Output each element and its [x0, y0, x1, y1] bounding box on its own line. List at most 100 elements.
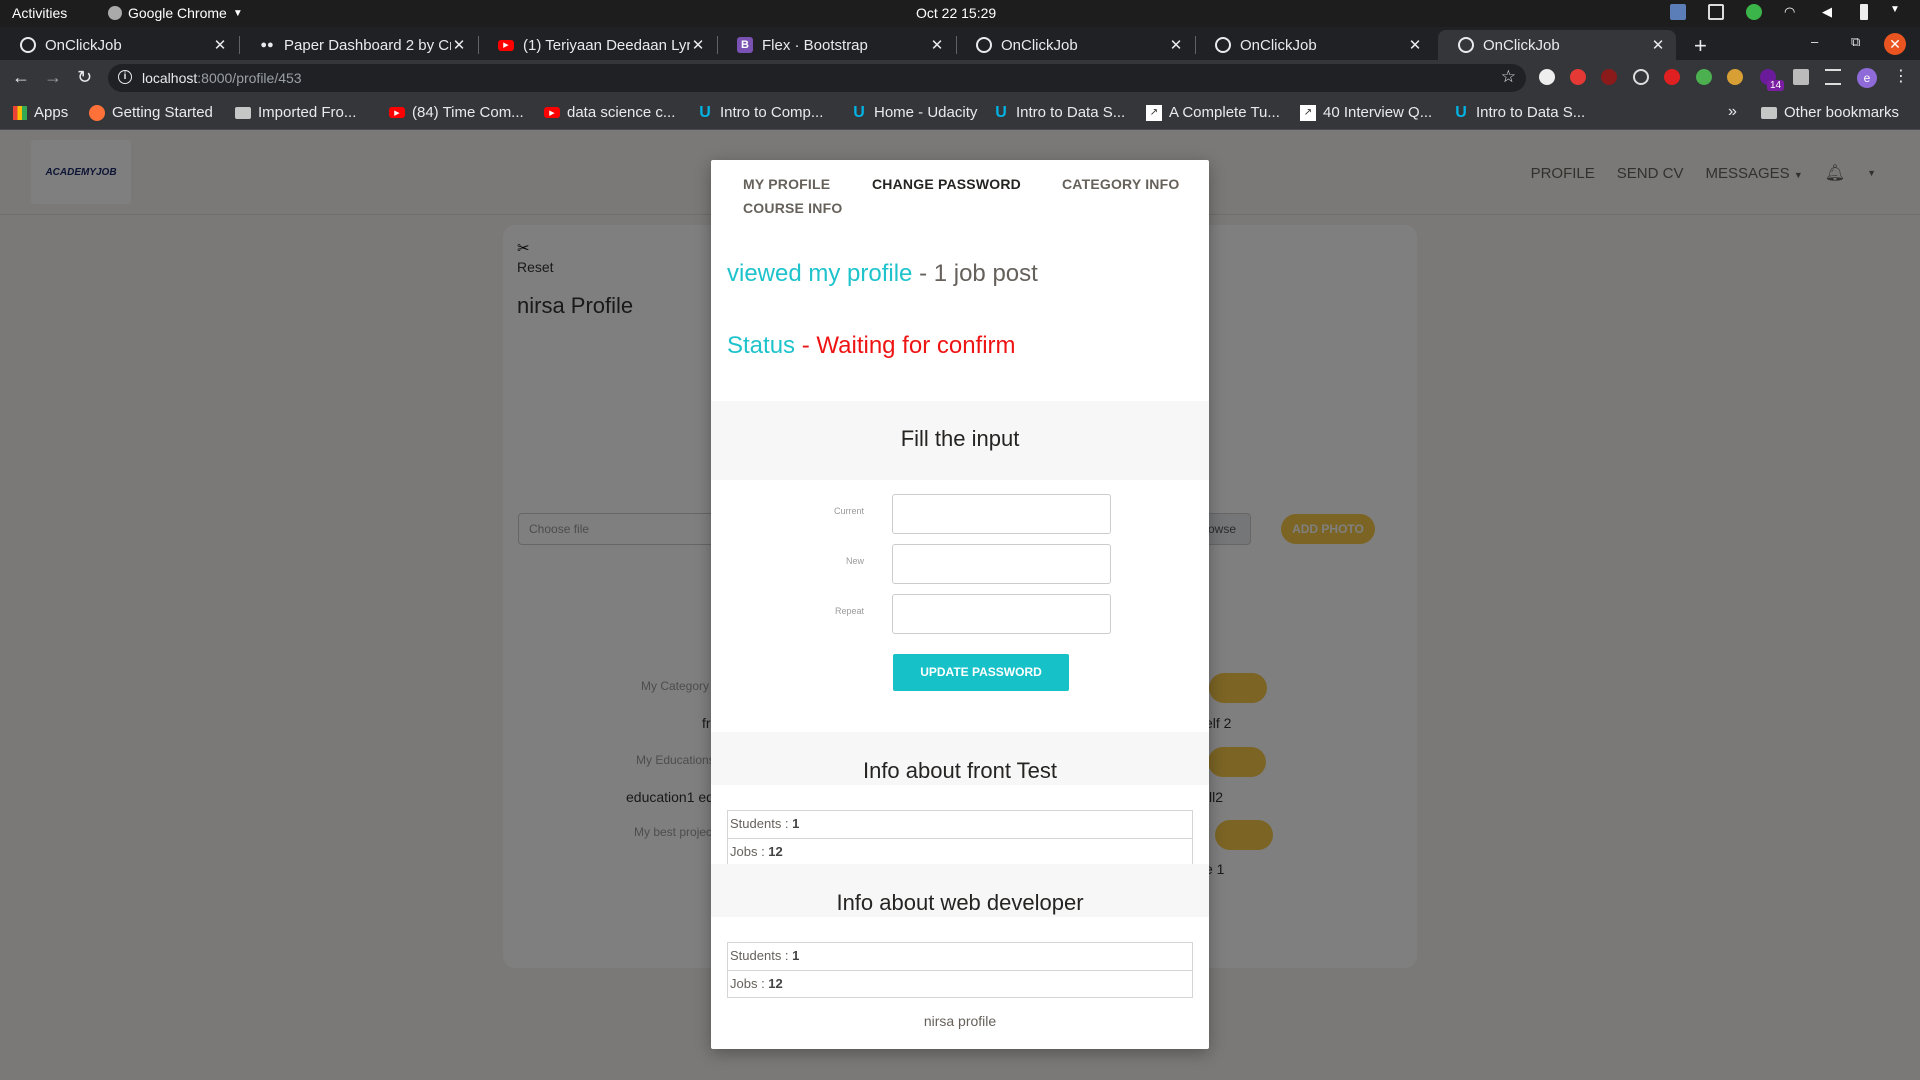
bootstrap-icon: B [737, 37, 753, 53]
browser-tab[interactable]: B Flex · Bootstrap ✕ [717, 30, 955, 60]
close-tab-icon[interactable]: ✕ [1650, 36, 1666, 54]
close-tab-icon[interactable]: ✕ [929, 36, 945, 54]
windows-icon[interactable] [1708, 4, 1724, 20]
reload-icon[interactable]: ↻ [77, 67, 92, 88]
other-bookmarks[interactable]: Other bookmarks [1761, 104, 1899, 121]
youtube-icon: ▶ [389, 107, 405, 118]
minimize-icon[interactable]: – [1811, 34, 1818, 49]
extension-icon[interactable] [1664, 69, 1680, 85]
info-title: Info about web developer [711, 864, 1209, 917]
viewed-separator: - [912, 260, 934, 287]
tab-strip: OnClickJob ✕ ●● Paper Dashboard 2 by Cre… [0, 27, 1920, 60]
tab-change-password[interactable]: CHANGE PASSWORD [872, 176, 1021, 192]
restore-icon[interactable]: ⧉ [1851, 34, 1860, 50]
chrome-icon [108, 6, 122, 20]
update-password-button[interactable]: UPDATE PASSWORD [893, 654, 1069, 691]
tab-title: OnClickJob [1240, 36, 1317, 54]
close-tab-icon[interactable]: ✕ [690, 36, 706, 54]
profile-modal: MY PROFILE CHANGE PASSWORD CATEGORY INFO… [711, 160, 1209, 1049]
bookmark-item[interactable]: U Intro to Data S... [1453, 104, 1585, 122]
udacity-icon: U [995, 103, 1007, 121]
tab-title: (1) Teriyaan Deedaan Lyric [523, 36, 690, 54]
globe-icon [1458, 37, 1474, 53]
close-window-icon[interactable]: ✕ [1884, 33, 1906, 55]
browser-tab[interactable]: OnClickJob ✕ [0, 30, 238, 60]
info-title: Info about front Test [711, 732, 1209, 785]
browser-tab[interactable]: OnClickJob ✕ [1195, 30, 1433, 60]
tab-title: Paper Dashboard 2 by Cre [284, 36, 451, 54]
extension-icon[interactable] [1696, 69, 1712, 85]
bookmark-item[interactable]: U Intro to Comp... [697, 104, 823, 122]
status-separator: - [795, 332, 817, 359]
more-menu-icon[interactable]: ⋮ [1893, 66, 1909, 86]
bookmark-item[interactable]: ▶ (84) Time Com... [389, 104, 524, 121]
new-tab-icon[interactable]: + [1694, 33, 1707, 59]
info-table: Students : 1 Jobs : 12 [727, 810, 1193, 866]
repeat-password-input[interactable] [892, 594, 1111, 634]
extension-icon[interactable] [1539, 69, 1555, 85]
status-value: Waiting for confirm [816, 332, 1016, 359]
check-shield-icon[interactable] [1746, 4, 1762, 20]
viewed-label: viewed my profile [727, 260, 913, 287]
volume-icon[interactable]: ◀ [1822, 4, 1838, 20]
close-tab-icon[interactable]: ✕ [1407, 36, 1423, 54]
tab-category-info[interactable]: CATEGORY INFO [1062, 176, 1179, 192]
media-control-icon[interactable] [1825, 69, 1841, 85]
new-password-input[interactable] [892, 544, 1111, 584]
bookmark-item[interactable]: ↗ 40 Interview Q... [1300, 104, 1432, 121]
power-menu-icon[interactable]: ▼ [1890, 4, 1906, 20]
tab-my-profile[interactable]: MY PROFILE [743, 176, 830, 192]
bookmark-apps[interactable]: Apps [13, 104, 68, 121]
back-icon[interactable]: ← [12, 67, 30, 88]
current-password-input[interactable] [892, 494, 1111, 534]
bookmark-item[interactable]: U Intro to Data S... [993, 103, 1125, 122]
wifi-icon[interactable]: ◠ [1784, 4, 1800, 20]
folder-icon [235, 106, 251, 119]
profile-avatar[interactable]: e [1857, 68, 1877, 88]
activities-button[interactable]: Activities [12, 5, 67, 21]
browser-tab[interactable]: OnClickJob ✕ [956, 30, 1194, 60]
app-menu[interactable]: Google Chrome ▼ [108, 5, 243, 21]
forward-icon[interactable]: → [44, 67, 62, 88]
browser-tab[interactable]: ●● Paper Dashboard 2 by Cre ✕ [239, 30, 477, 60]
jobs-count: 12 [768, 844, 783, 859]
bookmark-item[interactable]: U Home - Udacity [851, 104, 977, 122]
extension-icon[interactable] [1633, 69, 1649, 85]
app-menu-label: Google Chrome [128, 5, 227, 21]
system-tray[interactable]: ◠ ◀ ▼ [1670, 4, 1906, 20]
close-tab-icon[interactable]: ✕ [1168, 36, 1184, 54]
tab-title: OnClickJob [45, 36, 122, 54]
bookmark-star-icon[interactable]: ☆ [1501, 67, 1516, 87]
bookmarks-bar: Apps Getting Started Imported Fro... ▶ (8… [0, 96, 1920, 130]
bookmark-folder[interactable]: Imported Fro... [235, 104, 356, 121]
students-count: 1 [792, 948, 800, 963]
status-line: Status - Waiting for confirm [727, 332, 1016, 360]
browser-tab-active[interactable]: OnClickJob ✕ [1438, 30, 1676, 60]
info-table: Students : 1 Jobs : 12 [727, 942, 1193, 998]
bookmark-item[interactable]: ▶ data science c... [544, 104, 675, 121]
jobs-row: Jobs : 12 [728, 970, 1192, 997]
clock[interactable]: Oct 22 15:29 [916, 5, 996, 21]
bookmark-item[interactable]: Getting Started [89, 104, 213, 121]
close-tab-icon[interactable]: ✕ [212, 36, 228, 54]
repeat-password-label: Repeat [834, 606, 864, 616]
tab-title: OnClickJob [1483, 36, 1560, 54]
screen-icon[interactable] [1670, 4, 1686, 20]
browser-tab[interactable]: ▶ (1) Teriyaan Deedaan Lyric ✕ [478, 30, 716, 60]
bookmark-item[interactable]: ↗ A Complete Tu... [1146, 104, 1280, 121]
extension-icon[interactable] [1570, 69, 1586, 85]
students-row: Students : 1 [730, 948, 800, 963]
tab-course-info[interactable]: COURSE INFO [743, 200, 842, 216]
youtube-icon: ▶ [544, 107, 560, 118]
address-bar[interactable]: i localhost:8000/profile/453 ☆ [108, 64, 1526, 92]
globe-icon [1215, 37, 1231, 53]
form-title: Fill the input [711, 401, 1209, 480]
cookie-icon[interactable] [1727, 69, 1743, 85]
extension-icon[interactable] [1601, 69, 1617, 85]
url-text[interactable]: localhost:8000/profile/453 [142, 70, 302, 86]
battery-icon[interactable] [1860, 4, 1868, 20]
puzzle-icon[interactable] [1793, 69, 1809, 85]
more-bookmarks-icon[interactable]: » [1728, 103, 1737, 121]
info-icon[interactable]: i [118, 70, 132, 84]
close-tab-icon[interactable]: ✕ [451, 36, 467, 54]
